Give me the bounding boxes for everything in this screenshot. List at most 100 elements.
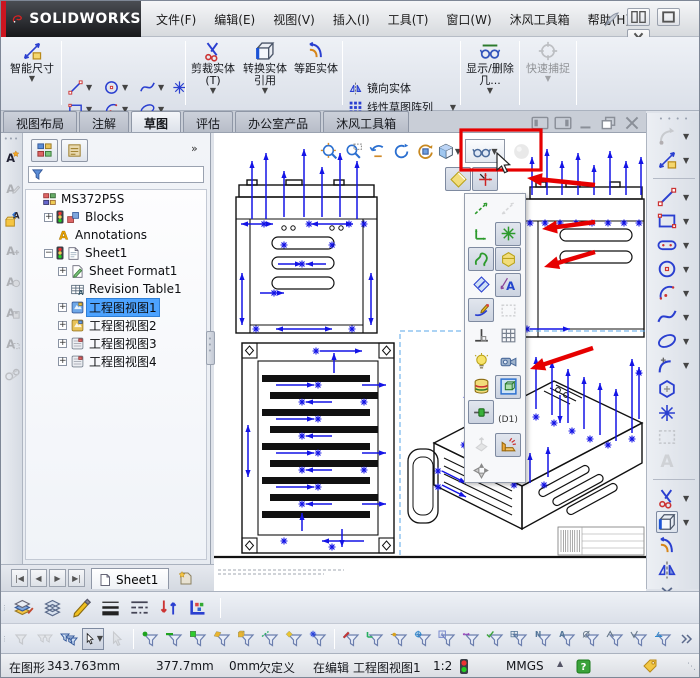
zoom-fit-button[interactable] xyxy=(317,139,341,163)
filter-center-marks-button[interactable] xyxy=(412,628,434,650)
insert-block-button[interactable]: A xyxy=(4,211,21,228)
tree-expander[interactable]: + xyxy=(44,213,53,222)
convert-entities-button[interactable]: 转换实体引用▼ xyxy=(240,40,290,94)
view-front-annotations[interactable] xyxy=(239,149,373,333)
tree-filter-input[interactable] xyxy=(28,166,204,183)
ribbon-tab-2[interactable]: 草图 xyxy=(131,111,181,132)
mdi-minimize-icon[interactable] xyxy=(576,115,596,131)
panel-expand-chevron[interactable]: » xyxy=(191,142,198,155)
tree-expander[interactable]: + xyxy=(58,321,67,330)
filter-faces-button[interactable] xyxy=(187,628,209,650)
view-silhouette-edges-toggle[interactable] xyxy=(495,298,521,322)
filter-weld-symbols-button[interactable] xyxy=(652,628,674,650)
tree-expander[interactable]: + xyxy=(58,303,67,312)
view-d1-label-toggle[interactable]: (D1) xyxy=(495,408,521,432)
line-color-button[interactable] xyxy=(71,597,92,618)
view-grid-toggle[interactable] xyxy=(495,324,521,348)
panel-splitter[interactable]: ••• xyxy=(206,331,215,365)
layer-properties-button[interactable] xyxy=(13,597,34,618)
add-sheet-button[interactable] xyxy=(173,568,199,588)
tree-expander[interactable]: − xyxy=(44,249,53,258)
featuremanager-tab[interactable] xyxy=(31,139,58,162)
convert-entities-button[interactable]: ▼ xyxy=(647,510,700,534)
filter-weld-beads-button[interactable] xyxy=(364,628,386,650)
menu-item-5[interactable]: 窗口(W) xyxy=(437,1,500,37)
tree-item-5[interactable]: ARevision Table1 xyxy=(26,280,206,298)
view-origin-symbol-toggle[interactable] xyxy=(468,458,494,482)
belt-chain-button[interactable] xyxy=(4,366,21,383)
filter-toggle-button[interactable] xyxy=(10,628,32,650)
filter-hatch-button[interactable] xyxy=(604,628,626,650)
tree-item-4[interactable]: +Sheet Format1 xyxy=(26,262,206,280)
help-question-icon[interactable]: ? xyxy=(576,659,591,674)
ribbon-tab-4[interactable]: 办公室产品 xyxy=(235,111,321,132)
quick-snaps-button[interactable]: 快速捕捉▼ xyxy=(524,40,572,82)
menu-item-0[interactable]: 文件(F) xyxy=(147,1,205,37)
search-quill-icon[interactable] xyxy=(602,10,620,28)
view-dimension-names-toggle[interactable] xyxy=(495,196,521,220)
view-decals-toggle[interactable] xyxy=(468,375,494,399)
view-cameras-toggle[interactable] xyxy=(495,349,521,373)
mdi-next-icon[interactable] xyxy=(553,115,573,131)
sketch-spline-button[interactable]: ▼ xyxy=(647,305,700,329)
rebuild-block-button[interactable]: A xyxy=(4,273,21,290)
sketch-circle-button[interactable]: ▼ xyxy=(103,79,128,96)
ribbon-tab-1[interactable]: 注解 xyxy=(79,111,129,132)
ribbon-tab-3[interactable]: 评估 xyxy=(183,111,233,132)
display-delete-relations-button[interactable]: 显示/删除几...▼ xyxy=(465,40,515,94)
tree-expander[interactable]: + xyxy=(58,267,67,276)
view-curves-toggle[interactable] xyxy=(468,247,494,271)
filter-vertices-button[interactable] xyxy=(139,628,161,650)
sketch-slot-button[interactable]: ▼ xyxy=(647,233,700,257)
flip-arrow-side-button[interactable] xyxy=(158,597,179,618)
filter-clear-all-button[interactable] xyxy=(34,628,56,650)
silhouette-entities-button[interactable] xyxy=(647,425,700,449)
mirror-entities-button[interactable]: 镜向实体 xyxy=(348,80,456,96)
filter-points-button[interactable] xyxy=(307,628,329,650)
sketch-ellipse-button[interactable]: ▼ xyxy=(647,329,700,353)
sketch-text-button[interactable]: A xyxy=(647,449,700,473)
view-planes-toggle[interactable] xyxy=(445,167,471,191)
view-3d-arrow-toggle[interactable] xyxy=(468,433,494,457)
units-caret-icon[interactable]: ▲ xyxy=(557,659,563,668)
tree-expander[interactable]: + xyxy=(58,339,67,348)
window-restore-button[interactable] xyxy=(657,8,680,26)
filter-surface-finish-button[interactable] xyxy=(628,628,650,650)
menu-item-3[interactable]: 插入(I) xyxy=(324,1,379,37)
add-remove-block-entities-button[interactable]: A xyxy=(4,242,21,259)
tree-item-9[interactable]: +工程图视图4 xyxy=(26,352,206,370)
select-tool-button[interactable]: ▼ xyxy=(82,628,104,650)
line-style-button[interactable] xyxy=(129,597,150,618)
sketch-circle-button[interactable]: ▼ xyxy=(647,257,700,281)
filter-surface-bodies-button[interactable] xyxy=(211,628,233,650)
mdi-close-icon[interactable] xyxy=(622,115,642,131)
filter-midpoints-button[interactable] xyxy=(388,628,410,650)
tree-item-1[interactable]: +Blocks xyxy=(26,208,206,226)
drawing-view-top[interactable] xyxy=(524,182,644,337)
ribbon-tab-5[interactable]: 沐风工具箱 xyxy=(323,111,409,132)
menu-item-1[interactable]: 编辑(E) xyxy=(205,1,264,37)
sketch-point-button[interactable] xyxy=(647,401,700,425)
sheet-tab[interactable]: Sheet1 xyxy=(91,568,169,589)
drawing-view-plate[interactable] xyxy=(242,343,394,553)
filter-sketches-button[interactable] xyxy=(340,628,362,650)
filter-all-button[interactable] xyxy=(58,628,80,650)
view-lights-toggle[interactable] xyxy=(468,349,494,373)
last-sheet-button[interactable]: ▶| xyxy=(68,569,85,587)
layers-button[interactable] xyxy=(42,597,63,618)
zoom-area-button[interactable] xyxy=(341,139,365,163)
filter-edges-button[interactable] xyxy=(163,628,185,650)
smart-dimension-button[interactable]: 智能尺寸▼ xyxy=(7,40,57,82)
property-manager-tab[interactable] xyxy=(61,139,88,162)
mdi-restore-icon[interactable] xyxy=(599,115,619,131)
sketch-line-button[interactable]: ▼ xyxy=(67,79,92,96)
view-sketch-relations-toggle[interactable] xyxy=(468,298,494,322)
tree-item-2[interactable]: AAnnotations xyxy=(26,226,206,244)
edit-block-button[interactable]: A xyxy=(4,180,21,197)
tree-item-3[interactable]: −Sheet1 xyxy=(26,244,206,262)
sketch-spline-button[interactable]: ▼ xyxy=(139,79,164,96)
tree-item-8[interactable]: +工程图视图3 xyxy=(26,334,206,352)
graphics-area[interactable]: ▼▼ A(D1) xyxy=(214,133,646,591)
tree-expander[interactable]: + xyxy=(58,357,67,366)
sketch-arc-button[interactable]: ▼ xyxy=(647,281,700,305)
